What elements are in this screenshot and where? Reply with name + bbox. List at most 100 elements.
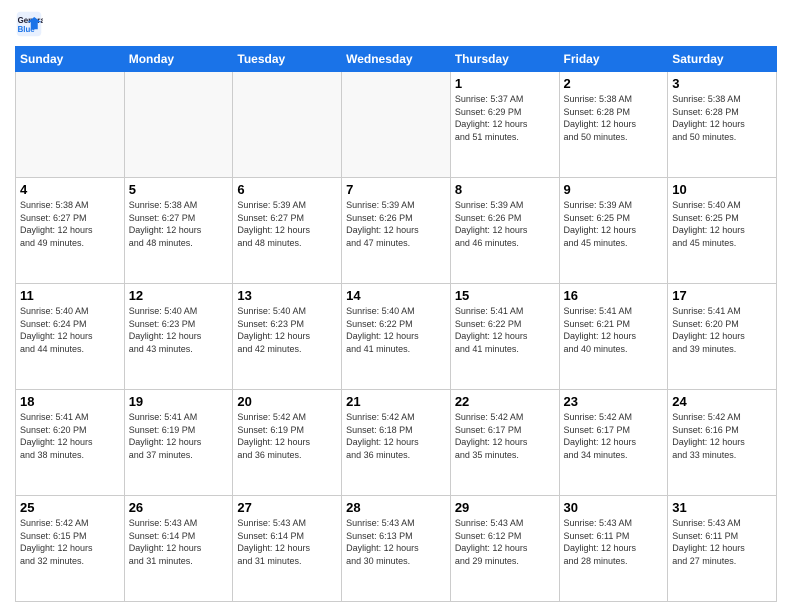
logo-icon: General Blue	[15, 10, 43, 38]
day-cell: 1 Sunrise: 5:37 AM Sunset: 6:29 PM Daylig…	[450, 72, 559, 178]
day-info: Sunrise: 5:39 AM Sunset: 6:26 PM Dayligh…	[455, 199, 555, 249]
day-cell: 4Sunrise: 5:38 AM Sunset: 6:27 PM Daylig…	[16, 178, 125, 284]
day-cell: 21Sunrise: 5:42 AM Sunset: 6:18 PM Dayli…	[342, 390, 451, 496]
weekday-header-tuesday: Tuesday	[233, 47, 342, 72]
day-number: 12	[129, 288, 229, 303]
day-cell: 6Sunrise: 5:39 AM Sunset: 6:27 PM Daylig…	[233, 178, 342, 284]
day-number: 19	[129, 394, 229, 409]
day-info: Sunrise: 5:38 AM Sunset: 6:28 PM Dayligh…	[672, 93, 772, 143]
day-number: 14	[346, 288, 446, 303]
week-row-1: 4 Sunrise: 5:38 AM Sunset: 6:27 PM Daylig…	[16, 178, 777, 284]
day-cell: 9 Sunrise: 5:39 AM Sunset: 6:25 PM Daylig…	[559, 178, 668, 284]
week-row-0: 1 Sunrise: 5:37 AM Sunset: 6:29 PM Daylig…	[16, 72, 777, 178]
day-info: Sunrise: 5:42 AM Sunset: 6:18 PM Dayligh…	[346, 411, 446, 461]
day-number: 2	[564, 76, 664, 91]
day-cell: 26Sunrise: 5:43 AM Sunset: 6:14 PM Dayli…	[124, 496, 233, 602]
day-cell: 2 Sunrise: 5:38 AM Sunset: 6:28 PM Daylig…	[559, 72, 668, 178]
day-number: 22	[455, 394, 555, 409]
day-info: Sunrise: 5:40 AM Sunset: 6:24 PM Dayligh…	[20, 305, 120, 355]
day-cell: 20 Sunrise: 5:42 AM Sunset: 6:19 PM Dayli…	[233, 390, 342, 496]
day-cell: 18Sunrise: 5:41 AM Sunset: 6:20 PM Dayli…	[16, 390, 125, 496]
week-row-2: 11 Sunrise: 5:40 AM Sunset: 6:24 PM Dayli…	[16, 284, 777, 390]
day-info: Sunrise: 5:42 AM Sunset: 6:16 PM Dayligh…	[672, 411, 772, 461]
day-number: 26	[129, 500, 229, 515]
day-info: Sunrise: 5:40 AM Sunset: 6:23 PM Dayligh…	[237, 305, 337, 355]
day-info: Sunrise: 5:43 AM Sunset: 6:12 PM Dayligh…	[455, 517, 555, 567]
day-info: Sunrise: 5:43 AM Sunset: 6:13 PM Dayligh…	[346, 517, 446, 567]
day-cell: 16Sunrise: 5:41 AM Sunset: 6:21 PM Dayli…	[559, 284, 668, 390]
day-number: 11	[20, 288, 120, 303]
calendar-table: SundayMondayTuesdayWednesdayThursdayFrid…	[15, 46, 777, 602]
day-number: 17	[672, 288, 772, 303]
weekday-header-saturday: Saturday	[668, 47, 777, 72]
day-cell: 31Sunrise: 5:43 AM Sunset: 6:11 PM Dayli…	[668, 496, 777, 602]
day-cell	[233, 72, 342, 178]
day-number: 10	[672, 182, 772, 197]
weekday-header-thursday: Thursday	[450, 47, 559, 72]
day-cell: 3Sunrise: 5:38 AM Sunset: 6:28 PM Daylig…	[668, 72, 777, 178]
day-info: Sunrise: 5:41 AM Sunset: 6:22 PM Dayligh…	[455, 305, 555, 355]
day-info: Sunrise: 5:42 AM Sunset: 6:17 PM Dayligh…	[564, 411, 664, 461]
day-info: Sunrise: 5:42 AM Sunset: 6:19 PM Dayligh…	[237, 411, 337, 461]
day-cell: 17 Sunrise: 5:41 AM Sunset: 6:20 PM Dayli…	[668, 284, 777, 390]
day-info: Sunrise: 5:41 AM Sunset: 6:21 PM Dayligh…	[564, 305, 664, 355]
day-number: 4	[20, 182, 120, 197]
logo: General Blue	[15, 10, 47, 38]
weekday-header-friday: Friday	[559, 47, 668, 72]
header: General Blue	[15, 10, 777, 38]
day-number: 23	[564, 394, 664, 409]
day-number: 7	[346, 182, 446, 197]
day-cell: 22 Sunrise: 5:42 AM Sunset: 6:17 PM Dayli…	[450, 390, 559, 496]
day-cell	[124, 72, 233, 178]
day-info: Sunrise: 5:41 AM Sunset: 6:19 PM Dayligh…	[129, 411, 229, 461]
day-cell: 30 Sunrise: 5:43 AM Sunset: 6:11 PM Dayli…	[559, 496, 668, 602]
week-row-3: 18Sunrise: 5:41 AM Sunset: 6:20 PM Dayli…	[16, 390, 777, 496]
day-info: Sunrise: 5:37 AM Sunset: 6:29 PM Dayligh…	[455, 93, 555, 143]
day-number: 6	[237, 182, 337, 197]
day-number: 31	[672, 500, 772, 515]
day-info: Sunrise: 5:43 AM Sunset: 6:11 PM Dayligh…	[564, 517, 664, 567]
day-cell	[342, 72, 451, 178]
day-cell: 25 Sunrise: 5:42 AM Sunset: 6:15 PM Dayli…	[16, 496, 125, 602]
day-cell: 12 Sunrise: 5:40 AM Sunset: 6:23 PM Dayli…	[124, 284, 233, 390]
day-cell: 15 Sunrise: 5:41 AM Sunset: 6:22 PM Dayli…	[450, 284, 559, 390]
day-cell: 10 Sunrise: 5:40 AM Sunset: 6:25 PM Dayli…	[668, 178, 777, 284]
day-cell: 28Sunrise: 5:43 AM Sunset: 6:13 PM Dayli…	[342, 496, 451, 602]
day-cell: 14 Sunrise: 5:40 AM Sunset: 6:22 PM Dayli…	[342, 284, 451, 390]
day-number: 15	[455, 288, 555, 303]
day-info: Sunrise: 5:40 AM Sunset: 6:22 PM Dayligh…	[346, 305, 446, 355]
weekday-header-row: SundayMondayTuesdayWednesdayThursdayFrid…	[16, 47, 777, 72]
day-info: Sunrise: 5:42 AM Sunset: 6:15 PM Dayligh…	[20, 517, 120, 567]
weekday-header-sunday: Sunday	[16, 47, 125, 72]
day-number: 1	[455, 76, 555, 91]
day-info: Sunrise: 5:41 AM Sunset: 6:20 PM Dayligh…	[20, 411, 120, 461]
day-cell: 19 Sunrise: 5:41 AM Sunset: 6:19 PM Dayli…	[124, 390, 233, 496]
day-info: Sunrise: 5:38 AM Sunset: 6:27 PM Dayligh…	[129, 199, 229, 249]
weekday-header-monday: Monday	[124, 47, 233, 72]
day-info: Sunrise: 5:39 AM Sunset: 6:25 PM Dayligh…	[564, 199, 664, 249]
day-number: 8	[455, 182, 555, 197]
day-number: 9	[564, 182, 664, 197]
day-number: 27	[237, 500, 337, 515]
day-info: Sunrise: 5:40 AM Sunset: 6:23 PM Dayligh…	[129, 305, 229, 355]
day-cell: 29 Sunrise: 5:43 AM Sunset: 6:12 PM Dayli…	[450, 496, 559, 602]
day-cell: 27 Sunrise: 5:43 AM Sunset: 6:14 PM Dayli…	[233, 496, 342, 602]
day-cell: 23 Sunrise: 5:42 AM Sunset: 6:17 PM Dayli…	[559, 390, 668, 496]
day-cell: 11 Sunrise: 5:40 AM Sunset: 6:24 PM Dayli…	[16, 284, 125, 390]
day-cell: 7Sunrise: 5:39 AM Sunset: 6:26 PM Daylig…	[342, 178, 451, 284]
day-cell: 5Sunrise: 5:38 AM Sunset: 6:27 PM Daylig…	[124, 178, 233, 284]
day-cell: 24Sunrise: 5:42 AM Sunset: 6:16 PM Dayli…	[668, 390, 777, 496]
day-info: Sunrise: 5:40 AM Sunset: 6:25 PM Dayligh…	[672, 199, 772, 249]
day-cell	[16, 72, 125, 178]
day-number: 30	[564, 500, 664, 515]
day-info: Sunrise: 5:41 AM Sunset: 6:20 PM Dayligh…	[672, 305, 772, 355]
day-cell: 8 Sunrise: 5:39 AM Sunset: 6:26 PM Daylig…	[450, 178, 559, 284]
week-row-4: 25 Sunrise: 5:42 AM Sunset: 6:15 PM Dayli…	[16, 496, 777, 602]
day-number: 20	[237, 394, 337, 409]
day-number: 25	[20, 500, 120, 515]
day-number: 29	[455, 500, 555, 515]
day-info: Sunrise: 5:38 AM Sunset: 6:28 PM Dayligh…	[564, 93, 664, 143]
day-info: Sunrise: 5:43 AM Sunset: 6:14 PM Dayligh…	[237, 517, 337, 567]
day-info: Sunrise: 5:42 AM Sunset: 6:17 PM Dayligh…	[455, 411, 555, 461]
page: General Blue SundayMondayTuesdayWednesda…	[0, 0, 792, 612]
